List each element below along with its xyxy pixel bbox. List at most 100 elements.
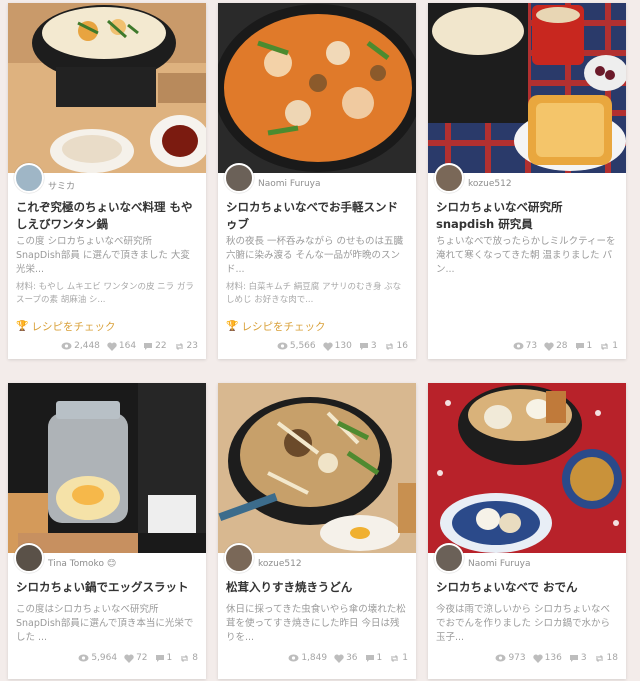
- feed-card[interactable]: kozue512 松茸入りすき焼きうどん 休日に採ってきた虫食いやら傘の壊れた松…: [218, 383, 416, 679]
- views-count: 973: [508, 653, 526, 663]
- views-stat: 973: [495, 653, 526, 663]
- comment-icon: [144, 342, 153, 350]
- reposts-stat[interactable]: 1: [599, 341, 618, 351]
- eye-icon: [495, 654, 506, 662]
- dish-photo-image: [8, 383, 206, 553]
- recipe-check-link[interactable]: 🏆 レシピをチェック: [16, 319, 115, 334]
- comments-count: 1: [166, 653, 173, 663]
- post-title[interactable]: 松茸入りすき焼きうどん: [226, 579, 408, 596]
- post-description: この度はシロカちょいなべ研究所 SnapDish部員に選んで頂き本当に光栄でした…: [16, 604, 194, 643]
- post-title[interactable]: シロカちょい鍋でエッグスラット: [16, 579, 198, 596]
- post-description: 今夜は雨で涼しいから シロカちょいなべでおでんを作りました シロカ鍋で水から玉子…: [436, 604, 611, 643]
- reposts-count: 23: [186, 341, 198, 351]
- post-description: 休日に採ってきた虫食いやら傘の壊れた松茸を使ってすき焼きにした昨日 今日は残りを…: [226, 604, 406, 643]
- eye-icon: [513, 342, 524, 350]
- heart-icon: [532, 654, 543, 663]
- avatar[interactable]: [434, 163, 464, 193]
- views-stat: 1,849: [288, 653, 327, 663]
- views-stat: 2,448: [61, 341, 100, 351]
- avatar[interactable]: [434, 543, 464, 573]
- comments-stat[interactable]: 1: [365, 653, 382, 663]
- views-count: 5,964: [91, 653, 118, 663]
- likes-stat[interactable]: 28: [544, 341, 568, 351]
- views-stat: 5,566: [277, 341, 316, 351]
- comments-stat[interactable]: 3: [569, 653, 587, 663]
- avatar[interactable]: [14, 163, 44, 193]
- likes-stat[interactable]: 136: [532, 653, 562, 663]
- post-description: ちょいなべで放ったらかしミルクティーを淹れて寒くなってきた朝 温まりました パン…: [436, 236, 616, 275]
- author-name[interactable]: kozue512: [258, 559, 302, 569]
- reposts-count: 1: [402, 653, 408, 663]
- avatar[interactable]: [224, 543, 254, 573]
- dish-photo-image: [428, 3, 626, 173]
- likes-count: 36: [346, 653, 358, 663]
- avatar[interactable]: [224, 163, 254, 193]
- heart-icon: [124, 654, 134, 663]
- post-title[interactable]: シロカちょいなべで おでん: [436, 579, 618, 596]
- stats-bar: 2,448 164 22 23: [61, 341, 198, 351]
- author-name[interactable]: Naomi Furuya: [258, 179, 321, 189]
- dish-photo[interactable]: [8, 3, 206, 173]
- dish-photo[interactable]: [428, 383, 626, 553]
- eye-icon: [61, 342, 72, 350]
- likes-stat[interactable]: 130: [322, 341, 352, 351]
- reposts-stat[interactable]: 18: [594, 653, 618, 663]
- avatar[interactable]: [14, 543, 44, 573]
- views-stat: 73: [513, 341, 537, 351]
- comments-stat[interactable]: 22: [143, 341, 167, 351]
- author-name[interactable]: Tina Tomoko 😊: [48, 559, 116, 569]
- likes-stat[interactable]: 72: [124, 653, 148, 663]
- recipe-check-link[interactable]: 🏆 レシピをチェック: [226, 319, 325, 334]
- likes-count: 28: [556, 341, 568, 351]
- comments-stat[interactable]: 1: [575, 341, 592, 351]
- views-count: 73: [525, 341, 538, 351]
- comments-stat[interactable]: 3: [359, 341, 377, 351]
- recipe-check-label: レシピをチェック: [241, 321, 326, 333]
- feed-card[interactable]: Tina Tomoko 😊 シロカちょい鍋でエッグスラット この度はシロカちょい…: [8, 383, 206, 679]
- repost-icon: [175, 342, 183, 350]
- author-name[interactable]: Naomi Furuya: [468, 559, 531, 569]
- likes-stat[interactable]: 164: [107, 341, 136, 351]
- author-name[interactable]: kozue512: [468, 179, 512, 189]
- comment-icon: [359, 342, 368, 350]
- post-title[interactable]: シロカちょいなべでお手軽スンドゥブ: [226, 199, 408, 233]
- emoji-icon: 😊: [106, 559, 117, 569]
- eye-icon: [78, 654, 89, 662]
- stats-bar: 973 136 3 18: [495, 653, 618, 663]
- dish-photo[interactable]: [428, 3, 626, 173]
- dish-photo[interactable]: [218, 3, 416, 173]
- dish-photo-image: [218, 383, 416, 553]
- feed-card[interactable]: Naomi Furuya シロカちょいなべで おでん 今夜は雨で涼しいから シロ…: [428, 383, 626, 679]
- dish-photo-image: [218, 3, 416, 173]
- dish-photo-image: [8, 3, 206, 173]
- heart-icon: [334, 654, 344, 663]
- feed-card[interactable]: サミカ これぞ究極のちょいなべ料理 もやしえびワンタン鍋 この度 シロカちょいな…: [8, 3, 206, 359]
- stats-bar: 73 28 1 1: [513, 341, 618, 351]
- views-count: 1,849: [301, 653, 328, 663]
- feed-card[interactable]: kozue512 シロカちょいなべ研究所 snapdish 研究員 ちょいなべで…: [428, 3, 626, 359]
- author-name[interactable]: サミカ: [48, 179, 75, 192]
- reposts-stat[interactable]: 1: [389, 653, 408, 663]
- eye-icon: [288, 654, 299, 662]
- repost-icon: [385, 342, 393, 350]
- trophy-icon: 🏆: [226, 321, 239, 332]
- comments-stat[interactable]: 1: [155, 653, 173, 663]
- heart-icon: [322, 342, 333, 351]
- author-name-text: Tina Tomoko: [48, 559, 104, 569]
- likes-count: 136: [544, 653, 562, 663]
- dish-photo[interactable]: [8, 383, 206, 553]
- views-stat: 5,964: [78, 653, 117, 663]
- likes-count: 164: [118, 341, 137, 351]
- likes-stat[interactable]: 36: [334, 653, 358, 663]
- reposts-stat[interactable]: 16: [384, 341, 408, 351]
- post-title[interactable]: シロカちょいなべ研究所 snapdish 研究員: [436, 199, 618, 233]
- dish-photo[interactable]: [218, 383, 416, 553]
- comments-count: 3: [370, 341, 377, 351]
- feed-card[interactable]: Naomi Furuya シロカちょいなべでお手軽スンドゥブ 秋の夜長 一杯呑み…: [218, 3, 416, 359]
- comments-count: 3: [580, 653, 587, 663]
- stats-bar: 5,964 72 1 8: [78, 653, 198, 663]
- post-title[interactable]: これぞ究極のちょいなべ料理 もやしえびワンタン鍋: [16, 199, 198, 233]
- reposts-stat[interactable]: 8: [179, 653, 198, 663]
- reposts-stat[interactable]: 23: [174, 341, 198, 351]
- views-count: 5,566: [289, 341, 316, 351]
